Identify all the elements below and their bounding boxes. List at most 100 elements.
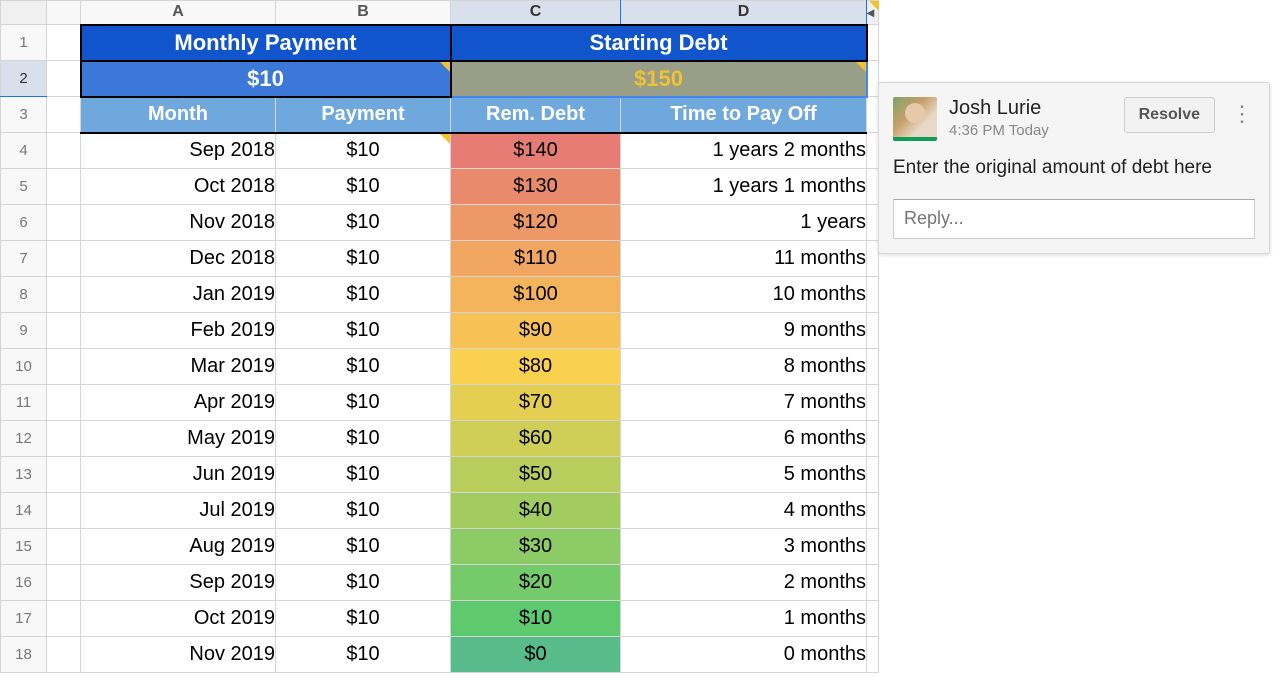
resolve-button[interactable]: Resolve [1124, 97, 1215, 133]
row-header[interactable]: 12 [1, 421, 47, 457]
reply-input[interactable] [893, 199, 1255, 239]
cell-month[interactable]: Nov 2018 [81, 205, 276, 241]
row-header[interactable]: 10 [1, 349, 47, 385]
cell-time-to-payoff[interactable]: 10 months [621, 277, 867, 313]
row-header[interactable]: 11 [1, 385, 47, 421]
cell-month[interactable]: Aug 2019 [81, 529, 276, 565]
spreadsheet-grid[interactable]: A B C D ◂ 1 Monthly Payment Starting Deb… [0, 0, 879, 673]
col-header-B[interactable]: B [276, 1, 451, 25]
row-header[interactable]: 1 [1, 25, 47, 61]
cell-payment[interactable]: $10 [276, 601, 451, 637]
cell-month[interactable]: May 2019 [81, 421, 276, 457]
row-header[interactable]: 16 [1, 565, 47, 601]
cell-time-to-payoff[interactable]: 3 months [621, 529, 867, 565]
cell-value: $10 [247, 66, 284, 91]
cell-month[interactable]: Jan 2019 [81, 277, 276, 313]
cell-remaining-debt[interactable]: $40 [451, 493, 621, 529]
cell-month[interactable]: Feb 2019 [81, 313, 276, 349]
row-header[interactable]: 5 [1, 169, 47, 205]
cell-time-to-payoff[interactable]: 6 months [621, 421, 867, 457]
cell-payment[interactable]: $10 [276, 169, 451, 205]
cell-payment[interactable]: $10 [276, 529, 451, 565]
monthly-payment-value-cell[interactable]: $10 [81, 61, 451, 97]
row-header[interactable]: 2 [1, 61, 47, 97]
cell-remaining-debt[interactable]: $0 [451, 637, 621, 673]
more-options-icon[interactable]: ⋮ [1227, 97, 1255, 131]
cell-payment[interactable]: $10 [276, 637, 451, 673]
cell-remaining-debt[interactable]: $20 [451, 565, 621, 601]
row-header[interactable]: 4 [1, 133, 47, 169]
cell-remaining-debt[interactable]: $50 [451, 457, 621, 493]
cell-month[interactable]: Nov 2019 [81, 637, 276, 673]
row-header[interactable]: 13 [1, 457, 47, 493]
row-header[interactable]: 6 [1, 205, 47, 241]
cell-remaining-debt[interactable]: $10 [451, 601, 621, 637]
cell-time-to-payoff[interactable]: 9 months [621, 313, 867, 349]
cell-payment[interactable]: $10 [276, 313, 451, 349]
cell-time-to-payoff[interactable]: 1 years 1 months [621, 169, 867, 205]
cell-month[interactable]: Sep 2018 [81, 133, 276, 169]
row-header[interactable]: 18 [1, 637, 47, 673]
cell-remaining-debt[interactable]: $120 [451, 205, 621, 241]
note-indicator-icon[interactable] [440, 62, 450, 72]
cell-remaining-debt[interactable]: $80 [451, 349, 621, 385]
row-header[interactable]: 8 [1, 277, 47, 313]
note-indicator-icon[interactable] [869, 1, 879, 11]
cell-remaining-debt[interactable]: $60 [451, 421, 621, 457]
subheader-month[interactable]: Month [81, 97, 276, 133]
cell-payment[interactable]: $10 [276, 565, 451, 601]
row-header[interactable]: 15 [1, 529, 47, 565]
col-header-A[interactable]: A [81, 1, 276, 25]
starting-debt-title[interactable]: Starting Debt [451, 25, 867, 61]
row-header[interactable]: 17 [1, 601, 47, 637]
cell-payment[interactable]: $10 [276, 457, 451, 493]
cell-time-to-payoff[interactable]: 2 months [621, 565, 867, 601]
cell-payment[interactable]: $10 [276, 349, 451, 385]
col-header-C[interactable]: C [451, 1, 621, 25]
row-header[interactable]: 14 [1, 493, 47, 529]
cell-remaining-debt[interactable]: $90 [451, 313, 621, 349]
starting-debt-value-cell[interactable]: $150 [451, 61, 867, 97]
cell-remaining-debt[interactable]: $30 [451, 529, 621, 565]
cell-month[interactable]: Oct 2019 [81, 601, 276, 637]
cell-payment[interactable]: $10 [276, 277, 451, 313]
cell-remaining-debt[interactable]: $100 [451, 277, 621, 313]
cell-payment[interactable]: $10 [276, 493, 451, 529]
cell-remaining-debt[interactable]: $110 [451, 241, 621, 277]
cell-month[interactable]: Apr 2019 [81, 385, 276, 421]
note-indicator-icon[interactable] [440, 134, 450, 144]
monthly-payment-title[interactable]: Monthly Payment [81, 25, 451, 61]
cell-month[interactable]: Sep 2019 [81, 565, 276, 601]
cell-time-to-payoff[interactable]: 5 months [621, 457, 867, 493]
cell-payment[interactable]: $10 [276, 421, 451, 457]
subheader-remdebt[interactable]: Rem. Debt [451, 97, 621, 133]
cell-month[interactable]: Jun 2019 [81, 457, 276, 493]
cell-time-to-payoff[interactable]: 0 months [621, 637, 867, 673]
col-header-D[interactable]: D [621, 1, 867, 25]
row-header[interactable]: 7 [1, 241, 47, 277]
cell-month[interactable]: Dec 2018 [81, 241, 276, 277]
cell-time-to-payoff[interactable]: 1 years [621, 205, 867, 241]
subheader-payment[interactable]: Payment [276, 97, 451, 133]
cell-time-to-payoff[interactable]: 4 months [621, 493, 867, 529]
cell-remaining-debt[interactable]: $70 [451, 385, 621, 421]
cell-time-to-payoff[interactable]: 1 months [621, 601, 867, 637]
cell-payment[interactable]: $10 [276, 133, 451, 169]
cell-remaining-debt[interactable]: $130 [451, 169, 621, 205]
cell-month[interactable]: Jul 2019 [81, 493, 276, 529]
row-header[interactable]: 9 [1, 313, 47, 349]
subheader-timetopay[interactable]: Time to Pay Off [621, 97, 867, 133]
cell-time-to-payoff[interactable]: 11 months [621, 241, 867, 277]
cell-time-to-payoff[interactable]: 1 years 2 months [621, 133, 867, 169]
cell-payment[interactable]: $10 [276, 205, 451, 241]
cell-payment[interactable]: $10 [276, 385, 451, 421]
cell-time-to-payoff[interactable]: 7 months [621, 385, 867, 421]
cell-remaining-debt[interactable]: $140 [451, 133, 621, 169]
note-indicator-icon[interactable] [856, 62, 866, 72]
row-header[interactable]: 3 [1, 97, 47, 133]
cell-month[interactable]: Oct 2018 [81, 169, 276, 205]
cell-time-to-payoff[interactable]: 8 months [621, 349, 867, 385]
cell-payment[interactable]: $10 [276, 241, 451, 277]
cell-month[interactable]: Mar 2019 [81, 349, 276, 385]
select-all-corner[interactable] [1, 1, 47, 25]
